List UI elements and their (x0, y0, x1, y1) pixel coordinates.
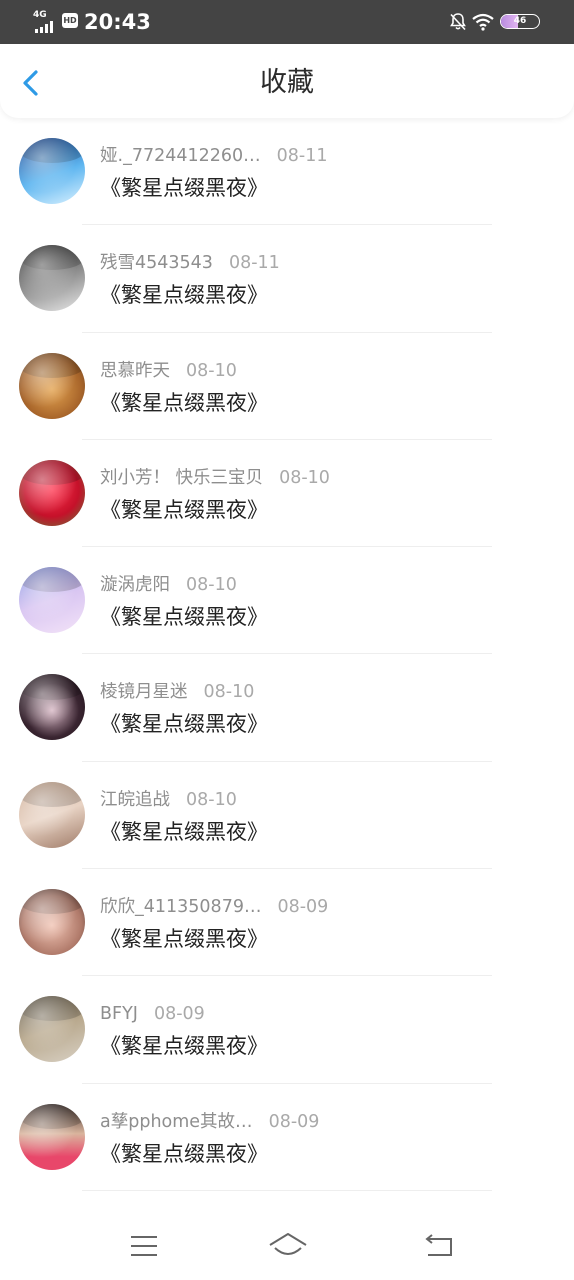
top-app-bar: 收藏 (0, 44, 574, 118)
item-title[interactable]: 《繁星点缀黑夜》 (100, 280, 268, 310)
wifi-icon (472, 13, 494, 31)
user-name[interactable]: 漩涡虎阳 (100, 572, 170, 598)
status-time: 20:43 (84, 10, 151, 34)
list-item[interactable]: 娅._7724412260… 08-11 《繁星点缀黑夜》 (0, 118, 574, 226)
user-name[interactable]: 棱镜月星迷 (100, 679, 188, 705)
back-arrow-icon[interactable] (416, 1230, 460, 1262)
cellular-signal-icon: 4G (33, 10, 55, 33)
status-bar: 4G HD 20:43 46 (0, 0, 574, 44)
avatar[interactable] (19, 781, 85, 848)
item-date: 08-10 (186, 789, 237, 810)
user-name[interactable]: 欣欣_411350879… (100, 894, 261, 920)
avatar[interactable] (19, 352, 85, 419)
list-item[interactable]: 思慕昨天 08-10 《繁星点缀黑夜》 (0, 333, 574, 440)
list-item[interactable] (0, 1191, 574, 1210)
item-title[interactable]: 《繁星点缀黑夜》 (100, 817, 268, 847)
item-title[interactable]: 《繁星点缀黑夜》 (100, 173, 268, 203)
avatar[interactable] (19, 1103, 85, 1170)
user-name[interactable]: 江皖追战 (100, 787, 170, 813)
page-title: 收藏 (260, 67, 314, 98)
item-meta: a孳pphome其故… 08-09 (100, 1109, 319, 1135)
list-item[interactable]: 刘小芳！ 快乐三宝贝 08-10 《繁星点缀黑夜》 (0, 440, 574, 548)
item-date: 08-09 (268, 1111, 320, 1132)
avatar[interactable] (19, 245, 85, 312)
user-name[interactable]: a孳pphome其故… (100, 1109, 253, 1135)
item-title[interactable]: 《繁星点缀黑夜》 (100, 709, 268, 739)
menu-icon[interactable] (122, 1230, 166, 1262)
item-meta: 娅._7724412260… 08-11 (100, 143, 328, 169)
item-title[interactable]: 《繁星点缀黑夜》 (100, 495, 268, 525)
list-item[interactable]: 残雪4543543 08-11 《繁星点缀黑夜》 (0, 225, 574, 333)
battery-level: 46 (513, 16, 527, 26)
item-title[interactable]: 《繁星点缀黑夜》 (100, 924, 268, 954)
avatar[interactable] (19, 674, 85, 741)
notification-muted-icon (450, 13, 466, 31)
avatar[interactable] (19, 567, 85, 634)
item-date: 08-10 (279, 467, 330, 488)
list-item[interactable]: a孳pphome其故… 08-09 《繁星点缀黑夜》 (0, 1084, 574, 1191)
avatar[interactable] (19, 889, 85, 956)
item-meta: 残雪4543543 08-11 (100, 250, 280, 276)
hd-badge: HD (62, 13, 78, 28)
network-type-label: 4G (33, 10, 47, 20)
favorites-list[interactable]: 娅._7724412260… 08-11 《繁星点缀黑夜》 残雪4543543 08-1… (0, 118, 574, 1210)
item-meta: 欣欣_411350879… 08-09 (100, 894, 328, 920)
avatar[interactable] (19, 996, 85, 1063)
item-meta: 刘小芳！ 快乐三宝贝 08-10 (100, 465, 330, 491)
item-date: 08-11 (276, 146, 328, 166)
item-date: 08-11 (228, 253, 280, 274)
item-date: 08-09 (277, 897, 329, 918)
list-item[interactable]: 棱镜月星迷 08-10 《繁星点缀黑夜》 (0, 654, 574, 762)
item-date: 08-09 (153, 1004, 205, 1025)
avatar[interactable] (19, 138, 85, 204)
battery-icon: 46 (500, 14, 540, 29)
list-item[interactable]: BFYJ 08-09 《繁星点缀黑夜》 (0, 976, 574, 1084)
item-date: 08-10 (186, 360, 237, 381)
system-navigation-bar (0, 1210, 574, 1280)
item-meta: 棱镜月星迷 08-10 (100, 679, 254, 705)
user-name[interactable]: 残雪4543543 (100, 250, 213, 276)
home-icon[interactable] (266, 1230, 310, 1262)
user-name[interactable]: 刘小芳！ 快乐三宝贝 (100, 465, 263, 491)
list-item[interactable]: 江皖追战 08-10 《繁星点缀黑夜》 (0, 762, 574, 870)
item-meta: 思慕昨天 08-10 (100, 358, 237, 384)
avatar[interactable] (19, 459, 85, 526)
item-meta: 江皖追战 08-10 (100, 787, 237, 813)
item-title[interactable]: 《繁星点缀黑夜》 (100, 388, 268, 418)
item-title[interactable]: 《繁星点缀黑夜》 (100, 1031, 268, 1061)
user-name[interactable]: BFYJ (100, 1001, 138, 1027)
item-meta: BFYJ 08-09 (100, 1001, 205, 1027)
list-item[interactable]: 漩涡虎阳 08-10 《繁星点缀黑夜》 (0, 547, 574, 655)
list-item[interactable]: 欣欣_411350879… 08-09 《繁星点缀黑夜》 (0, 869, 574, 977)
user-name[interactable]: 娅._7724412260… (100, 143, 261, 169)
user-name[interactable]: 思慕昨天 (100, 358, 170, 384)
item-meta: 漩涡虎阳 08-10 (100, 572, 237, 598)
item-date: 08-10 (186, 575, 237, 596)
item-date: 08-10 (203, 682, 255, 703)
item-title[interactable]: 《繁星点缀黑夜》 (100, 1139, 268, 1169)
item-title[interactable]: 《繁星点缀黑夜》 (100, 602, 268, 632)
